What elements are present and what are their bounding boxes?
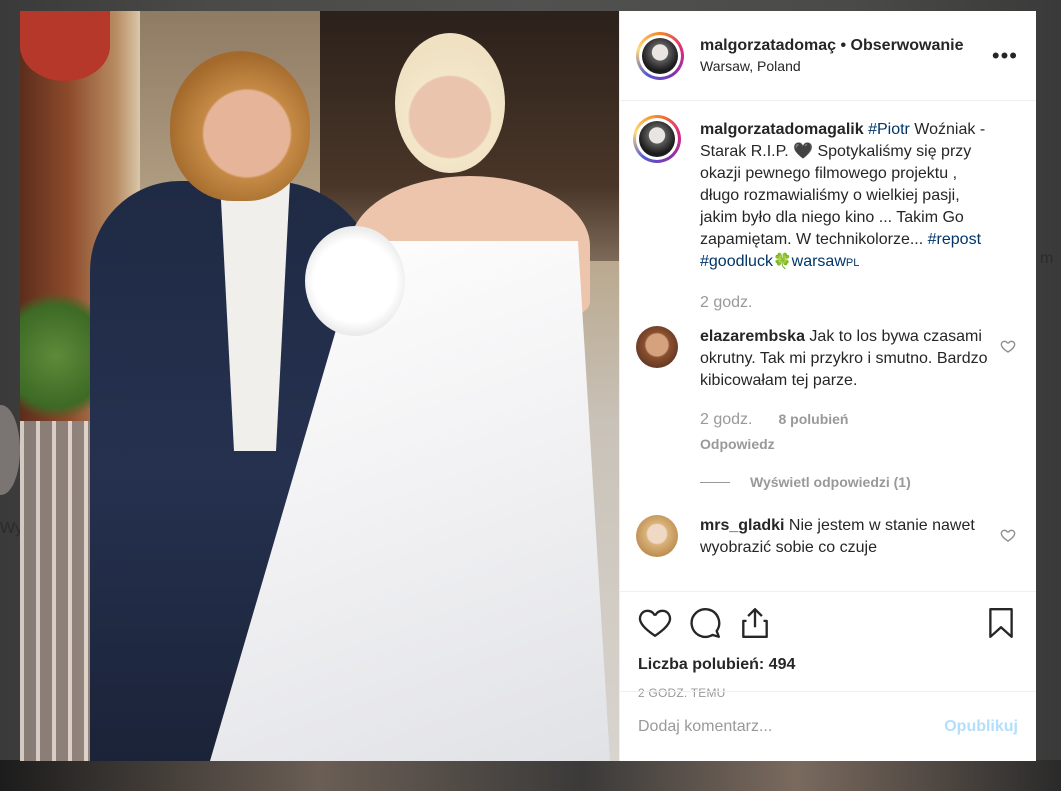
follow-button[interactable]: Obserwowanie xyxy=(851,37,964,54)
caption-text: Woźniak - Starak R.I.P. 🖤 Spotykaliśmy s… xyxy=(700,121,986,248)
post-modal: malgorzatadomaç • Obserwowanie Warsaw, P… xyxy=(20,11,1036,761)
post-location[interactable]: Warsaw, Poland xyxy=(700,58,963,76)
likes-count[interactable]: Liczba polubień: 494 xyxy=(638,656,1018,674)
header-separator: • xyxy=(836,36,851,54)
hashtag-goodluck[interactable]: #goodluck xyxy=(700,253,773,270)
like-heart-icon[interactable] xyxy=(638,606,672,640)
clover-icon: 🍀 xyxy=(772,253,792,270)
comment-likes[interactable]: 8 polubień xyxy=(778,408,848,430)
caption-time[interactable]: 2 godz. xyxy=(700,292,752,314)
hashtag-repost[interactable]: #repost xyxy=(928,231,981,248)
comment-like-heart-icon[interactable] xyxy=(1000,527,1016,543)
caption: malgorzatadomagalik #Piotr Woźniak - Sta… xyxy=(633,115,1020,314)
share-icon[interactable] xyxy=(738,606,772,640)
add-comment-bar: Opublikuj xyxy=(620,691,1036,761)
comment-username[interactable]: mrs_gladki xyxy=(700,517,784,534)
comment-bubble-icon[interactable] xyxy=(688,606,722,640)
background-peek-right: m xyxy=(1040,250,1054,267)
reply-button[interactable]: Odpowiedz xyxy=(700,433,990,455)
post-sidebar: malgorzatadomaç • Obserwowanie Warsaw, P… xyxy=(619,11,1036,761)
post-actions: Liczba polubień: 494 2 GODZ. TEMU Opubli… xyxy=(620,591,1036,761)
author-username[interactable]: malgorzatadomaç xyxy=(700,37,836,54)
comment-avatar[interactable] xyxy=(636,326,678,368)
background-thumbnails xyxy=(0,760,1061,791)
view-replies-button[interactable]: Wyświetl odpowiedzi (1) xyxy=(700,471,990,493)
publish-button[interactable]: Opublikuj xyxy=(944,718,1018,736)
bookmark-icon[interactable] xyxy=(984,606,1018,640)
comment-input[interactable] xyxy=(638,717,945,736)
more-dots-icon[interactable]: ••• xyxy=(992,45,1018,67)
comment: elazarembska Jak to los bywa czasami okr… xyxy=(636,326,1020,493)
post-photo[interactable] xyxy=(20,11,619,761)
comment-time[interactable]: 2 godz. xyxy=(700,409,752,431)
comment-avatar[interactable] xyxy=(636,515,678,557)
hashtag-warsaw[interactable]: warsawPL xyxy=(792,253,860,270)
caption-avatar[interactable] xyxy=(633,115,681,163)
comment-username[interactable]: elazarembska xyxy=(700,328,805,345)
comments-list[interactable]: malgorzatadomagalik #Piotr Woźniak - Sta… xyxy=(620,101,1036,591)
hashtag-piotr[interactable]: #Piotr xyxy=(868,121,910,138)
caption-username[interactable]: malgorzatadomagalik xyxy=(700,121,864,138)
comment: mrs_gladki Nie jestem w stanie nawet wyo… xyxy=(636,515,1020,559)
post-header: malgorzatadomaç • Obserwowanie Warsaw, P… xyxy=(620,11,1036,101)
author-avatar[interactable] xyxy=(636,31,684,80)
comment-like-heart-icon[interactable] xyxy=(1000,338,1016,354)
